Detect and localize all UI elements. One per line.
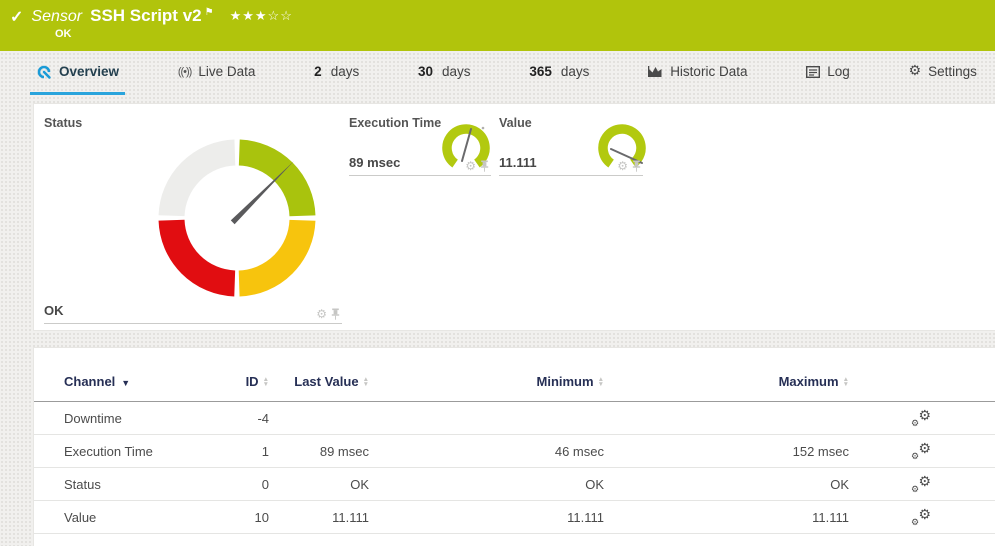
live-data-icon: ((•)) <box>178 66 192 78</box>
channel-name: Status <box>34 477 214 492</box>
tab-log[interactable]: Log <box>800 51 856 95</box>
channel-settings-gears-icon[interactable]: ⚙⚙ <box>911 410 931 427</box>
channels-table-panel: Channel ▼ ID ▲▼ Last Value ▲▼ Minimum ▲▼… <box>33 347 995 546</box>
channel-name: Execution Time <box>34 444 214 459</box>
channel-minimum: 46 msec <box>369 444 604 459</box>
column-header-channel[interactable]: Channel ▼ <box>34 374 214 389</box>
status-gauge-section[interactable]: Status OK ⚙ <box>44 116 342 324</box>
pin-icon[interactable] <box>480 160 489 172</box>
area-chart-icon <box>648 65 663 78</box>
pin-icon[interactable] <box>331 308 340 320</box>
channel-id: -4 <box>214 411 269 426</box>
status-check-icon: ✓ <box>10 7 23 27</box>
channel-maximum: 152 msec <box>604 444 849 459</box>
channel-minimum: 11.111 <box>369 510 604 525</box>
tab-live-data[interactable]: ((•)) Live Data <box>172 51 262 95</box>
column-header-label: Minimum <box>537 374 594 389</box>
column-header-label: ID <box>246 374 259 389</box>
gauge-icon <box>36 64 52 80</box>
channel-maximum: 11.111 <box>604 510 849 525</box>
table-row-status[interactable]: Status 0 OK OK OK ⚙⚙ <box>34 468 995 501</box>
tab-30-days[interactable]: 30 days <box>412 51 477 95</box>
column-header-minimum[interactable]: Minimum ▲▼ <box>369 374 604 389</box>
tab-historic-data[interactable]: Historic Data <box>642 51 753 95</box>
tab-label: days <box>561 64 590 79</box>
channel-settings-gears-icon[interactable]: ⚙⚙ <box>911 476 931 493</box>
execution-time-gauge-section[interactable]: Execution Time 89 msec ⚙ <box>349 116 491 176</box>
channel-last-value: OK <box>269 477 369 492</box>
sensor-header: ✓ Sensor SSH Script v2 ⚑ ★★★☆☆ OK <box>0 0 995 51</box>
gear-icon[interactable]: ⚙ <box>316 308 327 320</box>
channel-name: Downtime <box>34 411 214 426</box>
column-header-label: Maximum <box>779 374 839 389</box>
column-header-label: Channel <box>64 374 115 389</box>
tab-label: Live Data <box>198 64 255 79</box>
column-header-label: Last Value <box>294 374 358 389</box>
pin-icon[interactable] <box>632 160 641 172</box>
channel-last-value: 11.111 <box>269 510 369 525</box>
tab-label: Overview <box>59 64 119 79</box>
table-header-row: Channel ▼ ID ▲▼ Last Value ▲▼ Minimum ▲▼… <box>34 362 995 402</box>
sensor-title: SSH Script v2 <box>90 6 202 26</box>
gauge-title: Value <box>499 116 532 130</box>
table-row-downtime[interactable]: Downtime -4 ⚙⚙ <box>34 402 995 435</box>
sort-icon: ▲▼ <box>843 377 849 387</box>
channel-minimum: OK <box>369 477 604 492</box>
sensor-status-text: OK <box>55 28 72 40</box>
channel-maximum: OK <box>604 477 849 492</box>
gauge-current-value: OK <box>44 303 64 318</box>
tab-bar: Overview ((•)) Live Data 2 days 30 days … <box>0 51 995 95</box>
sort-desc-icon: ▼ <box>121 378 130 388</box>
tab-label: Settings <box>928 64 977 79</box>
column-header-maximum[interactable]: Maximum ▲▼ <box>604 374 849 389</box>
log-list-icon <box>806 66 820 78</box>
object-kind-label: Sensor <box>31 8 82 26</box>
channel-id: 1 <box>214 444 269 459</box>
table-row-value[interactable]: Value 10 11.111 11.111 11.111 ⚙⚙ <box>34 501 995 534</box>
tab-number: 2 <box>314 64 322 79</box>
gear-icon: ⚙ <box>909 62 922 79</box>
tab-label: days <box>442 64 471 79</box>
value-gauge-section[interactable]: Value 11.111 ⚙ <box>499 116 643 176</box>
tab-365-days[interactable]: 365 days <box>523 51 595 95</box>
gauge-current-value: 11.111 <box>499 155 537 170</box>
tab-settings[interactable]: ⚙ Settings <box>903 51 983 95</box>
tab-label: Log <box>827 64 850 79</box>
tab-label: days <box>331 64 360 79</box>
gear-icon[interactable]: ⚙ <box>465 160 476 172</box>
table-row-execution-time[interactable]: Execution Time 1 89 msec 46 msec 152 mse… <box>34 435 995 468</box>
tab-label: Historic Data <box>670 64 747 79</box>
column-header-id[interactable]: ID ▲▼ <box>214 374 269 389</box>
column-header-last-value[interactable]: Last Value ▲▼ <box>269 374 369 389</box>
gauge-current-value: 89 msec <box>349 155 400 170</box>
gauge-title: Execution Time <box>349 116 441 130</box>
tab-number: 30 <box>418 64 433 79</box>
status-gauge <box>149 130 325 306</box>
tab-number: 365 <box>529 64 552 79</box>
overview-gauges-panel: Status OK ⚙ Execution Time 89 msec <box>33 103 995 331</box>
tab-overview[interactable]: Overview <box>30 51 125 95</box>
priority-stars[interactable]: ★★★☆☆ <box>230 8 293 24</box>
channel-settings-gears-icon[interactable]: ⚙⚙ <box>911 443 931 460</box>
gear-icon[interactable]: ⚙ <box>617 160 628 172</box>
tab-2-days[interactable]: 2 days <box>308 51 365 95</box>
flag-icon: ⚑ <box>205 7 214 18</box>
gauge-title: Status <box>44 116 82 130</box>
channel-name: Value <box>34 510 214 525</box>
channel-last-value: 89 msec <box>269 444 369 459</box>
channel-id: 0 <box>214 477 269 492</box>
channel-id: 10 <box>214 510 269 525</box>
channel-settings-gears-icon[interactable]: ⚙⚙ <box>911 509 931 526</box>
